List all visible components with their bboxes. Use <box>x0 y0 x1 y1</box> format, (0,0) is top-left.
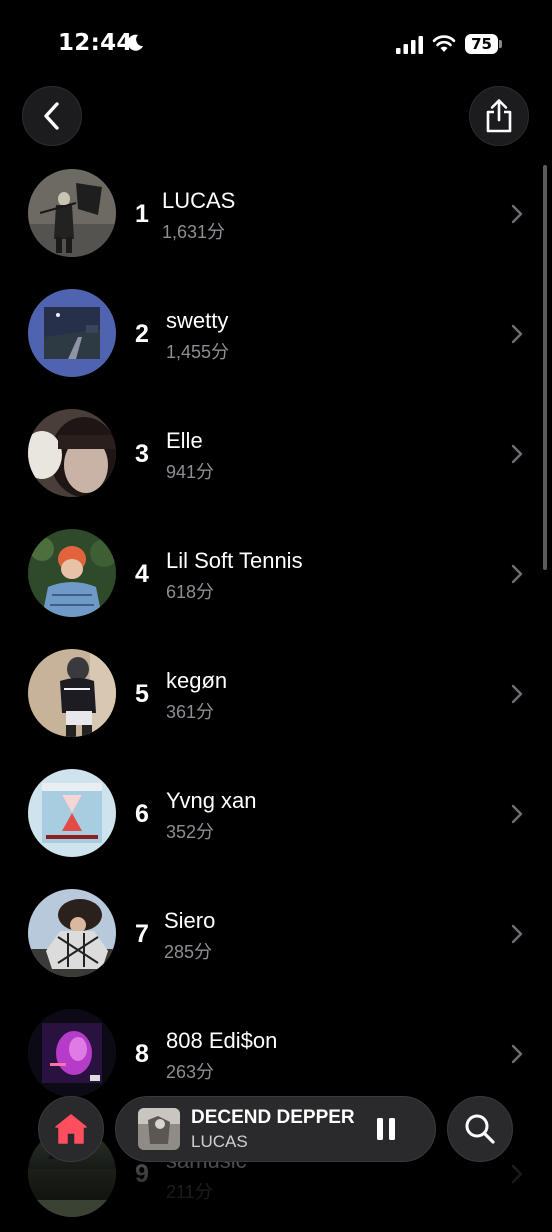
artist-minutes: 285分 <box>164 942 213 962</box>
rank-number: 8 <box>135 1040 149 1068</box>
back-button[interactable] <box>22 86 82 146</box>
artist-avatar <box>28 1009 116 1097</box>
artist-name: LUCAS <box>162 188 236 213</box>
artist-minutes: 352分 <box>166 822 215 842</box>
chevron-left-icon <box>44 102 59 130</box>
artist-row-2[interactable]: 2 swetty 1,455分 <box>0 272 540 392</box>
search-button[interactable] <box>447 1096 513 1162</box>
chevron-right-icon <box>511 684 523 704</box>
chevron-right-icon <box>511 324 523 344</box>
artist-name: swetty <box>166 308 229 333</box>
artist-minutes: 1,455分 <box>166 342 230 362</box>
artist-name: kegøn <box>166 668 228 693</box>
rank-number: 7 <box>135 920 149 948</box>
artist-name: Yvng xan <box>166 788 257 813</box>
signal-icon <box>396 36 423 54</box>
chevron-right-icon <box>511 564 523 584</box>
artist-name: Siero <box>164 908 216 933</box>
artist-minutes: 1,631分 <box>162 222 226 242</box>
artist-minutes: 361分 <box>166 702 215 722</box>
home-icon <box>55 1114 87 1144</box>
share-button[interactable] <box>469 86 529 146</box>
artist-row-3[interactable]: 3 Elle 941分 <box>0 392 540 512</box>
rank-number: 4 <box>135 560 149 588</box>
artist-avatar <box>28 889 116 977</box>
artist-minutes: 263分 <box>166 1062 215 1082</box>
home-button[interactable] <box>38 1096 104 1162</box>
rank-number: 6 <box>135 800 149 828</box>
artist-avatar <box>28 289 116 377</box>
artist-row-4[interactable]: 4 Lil Soft Tennis 618分 <box>0 512 540 632</box>
moon-icon <box>127 34 143 51</box>
wifi-icon <box>432 35 456 52</box>
artist-name: 808 Edi$on <box>166 1028 278 1053</box>
battery-cap <box>499 40 502 48</box>
rank-number: 1 <box>135 200 149 228</box>
rank-number: 5 <box>135 680 149 708</box>
artist-name: Lil Soft Tennis <box>166 548 303 573</box>
artist-minutes: 618分 <box>166 582 215 602</box>
artist-avatar <box>28 529 116 617</box>
scroll-indicator[interactable] <box>543 165 547 570</box>
album-art <box>138 1108 180 1150</box>
now-playing-bar[interactable]: DECEND DEPPER LUCAS <box>115 1096 436 1162</box>
artist-name: Elle <box>166 428 203 453</box>
artist-minutes: 941分 <box>166 462 215 482</box>
artist-row-7[interactable]: 7 Siero 285分 <box>0 872 540 992</box>
artist-avatar <box>28 169 116 257</box>
artist-row-5[interactable]: 5 kegøn 361分 <box>0 632 540 752</box>
track-title: DECEND DEPPER <box>191 1107 355 1128</box>
rank-number: 3 <box>135 440 149 468</box>
battery-icon: 75 <box>465 34 502 54</box>
chevron-right-icon <box>511 444 523 464</box>
artist-row-6[interactable]: 6 Yvng xan 352分 <box>0 752 540 872</box>
pause-icon[interactable] <box>375 1117 397 1141</box>
artist-avatar <box>28 769 116 857</box>
artist-avatar <box>28 649 116 737</box>
chevron-right-icon <box>511 1044 523 1064</box>
status-bar: 12:44 75 <box>0 0 552 80</box>
share-icon <box>486 99 512 133</box>
status-time: 12:44 <box>58 30 133 56</box>
rank-number: 2 <box>135 320 149 348</box>
artist-row-1[interactable]: 1 LUCAS 1,631分 <box>0 152 540 272</box>
battery-level: 75 <box>465 34 498 54</box>
chevron-right-icon <box>511 804 523 824</box>
artist-avatar <box>28 409 116 497</box>
artist-row-8[interactable]: 8 808 Edi$on 263分 <box>0 992 540 1112</box>
chevron-right-icon <box>511 204 523 224</box>
chevron-right-icon <box>511 924 523 944</box>
search-icon <box>465 1114 495 1144</box>
track-artist: LUCAS <box>191 1132 248 1151</box>
